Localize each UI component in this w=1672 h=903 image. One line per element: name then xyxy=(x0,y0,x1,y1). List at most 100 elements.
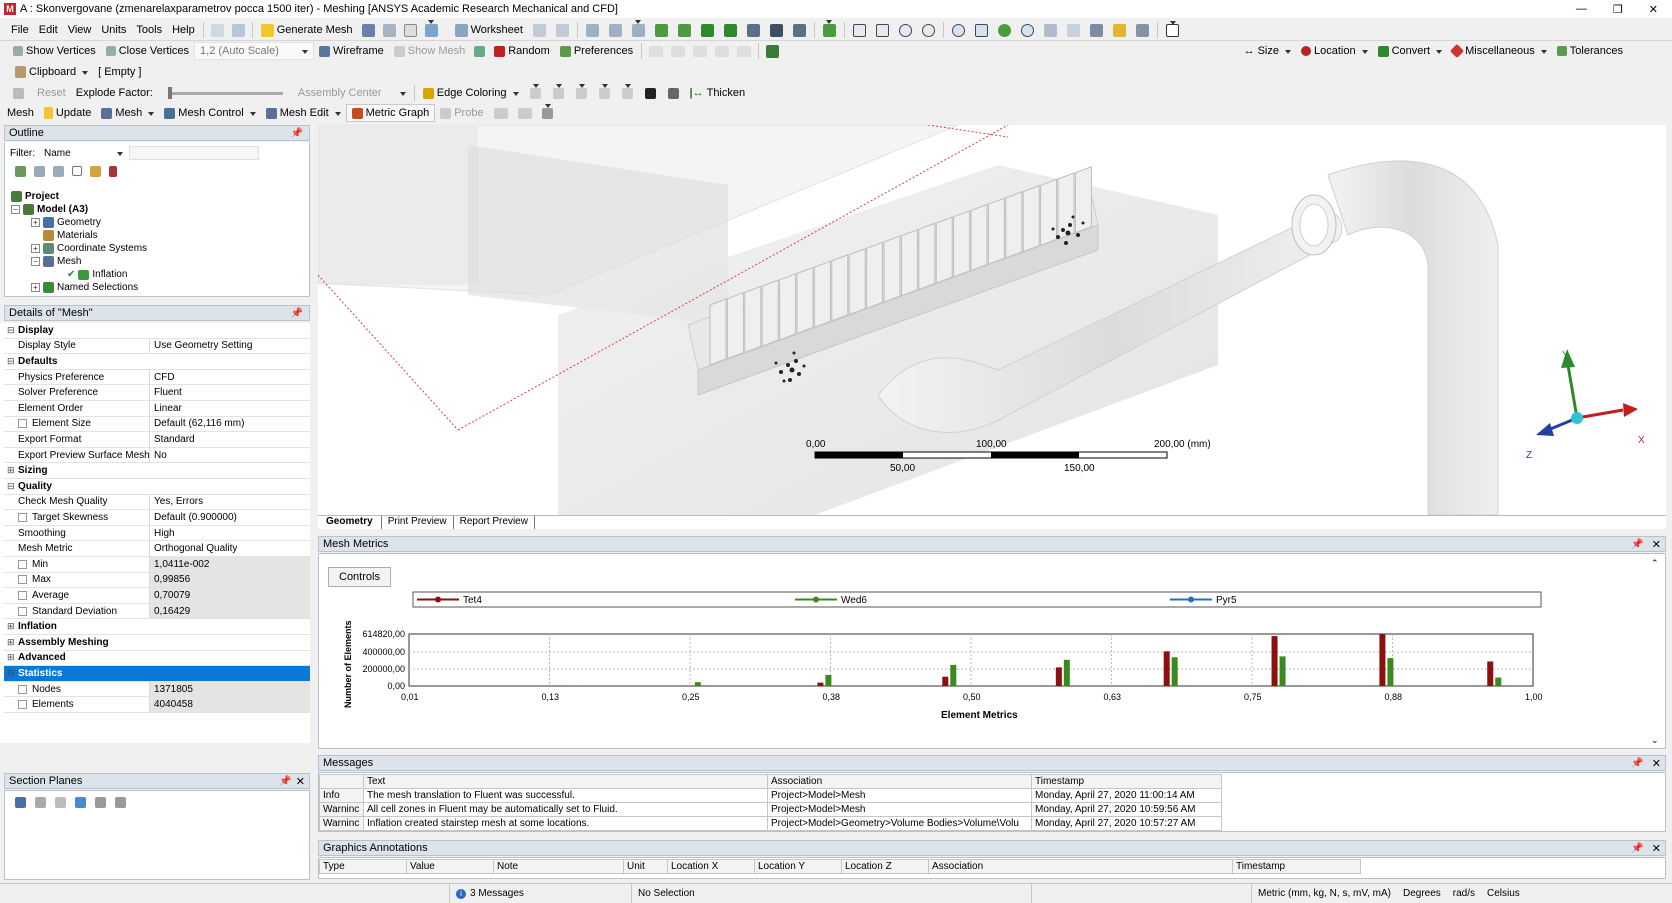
box-outline-icon[interactable] xyxy=(746,23,760,37)
details-row-average[interactable]: Average 0,70079 xyxy=(4,588,310,604)
collapse-icon[interactable] xyxy=(34,166,45,177)
details-section-statistics[interactable]: ⊟ Statistics xyxy=(4,666,310,682)
annotations-col-unit[interactable]: Unit xyxy=(623,859,668,874)
details-section-sizing[interactable]: ⊞ Sizing xyxy=(4,463,310,479)
tree-inflation[interactable]: ✔ Inflation xyxy=(67,268,127,281)
select-icon[interactable] xyxy=(210,23,224,37)
worksheet-button[interactable]: Worksheet xyxy=(450,21,528,39)
random-button[interactable]: Random xyxy=(489,42,555,60)
zoom-out-icon[interactable] xyxy=(1020,23,1034,37)
mesh-menu[interactable]: Mesh xyxy=(96,104,159,122)
annotations-col-association[interactable]: Association xyxy=(928,859,1233,874)
section-toggle-icon[interactable]: ⊞ xyxy=(7,465,15,476)
folder-icon[interactable] xyxy=(90,166,101,177)
tree-expand-all-icon[interactable] xyxy=(72,166,82,176)
pin-icon[interactable]: 📌 xyxy=(291,128,303,139)
report-icon[interactable] xyxy=(382,23,396,37)
details-row-check-mesh-quality[interactable]: Check Mesh Quality Yes, Errors xyxy=(4,494,310,511)
details-pin-icon[interactable]: 📌 xyxy=(291,308,303,319)
tree-toggle-mesh[interactable]: − xyxy=(31,257,40,266)
tree-named-selections[interactable]: + Named Selections xyxy=(31,281,138,294)
explode-slider[interactable] xyxy=(167,86,283,99)
annotations-close-icon[interactable]: ✕ xyxy=(1652,842,1661,855)
details-section-inflation[interactable]: ⊞ Inflation xyxy=(4,619,310,635)
mesh-icon[interactable] xyxy=(361,23,375,37)
edge-style-4-icon[interactable] xyxy=(598,87,610,99)
messages-close-icon[interactable]: ✕ xyxy=(1652,757,1661,770)
details-section-display[interactable]: ⊟ Display xyxy=(4,323,310,339)
details-value[interactable]: 1,0411e-002 xyxy=(150,557,310,572)
menu-edit[interactable]: Edit xyxy=(34,21,63,39)
show-vertices-button[interactable]: Show Vertices xyxy=(8,42,101,60)
message-row[interactable]: Warninc Inflation created stairstep mesh … xyxy=(319,816,1222,831)
section-pin-icon[interactable]: 📌 xyxy=(279,776,291,787)
details-row-physics-preference[interactable]: Physics Preference CFD xyxy=(4,369,310,386)
details-row-target-skewness[interactable]: Target Skewness Default (0.900000) xyxy=(4,510,310,526)
menu-units[interactable]: Units xyxy=(96,21,131,39)
details-value[interactable]: High xyxy=(150,528,175,539)
triad-2-icon[interactable] xyxy=(671,45,686,57)
annotations-col-loc-x[interactable]: Location X xyxy=(667,859,755,874)
copy-section-icon[interactable] xyxy=(35,797,46,808)
details-value[interactable]: Default (62,116 mm) xyxy=(150,418,244,429)
screenshot-icon[interactable] xyxy=(1112,23,1126,37)
annotations-col-timestamp[interactable]: Timestamp xyxy=(1232,859,1361,874)
scroll-down-icon[interactable]: ⌄ xyxy=(1651,735,1659,746)
select-mode-icon[interactable] xyxy=(631,23,645,37)
tree-project[interactable]: Project xyxy=(11,190,59,203)
chart-scrollbar[interactable]: ⌃ ⌄ xyxy=(1651,558,1663,746)
section-hide-icon[interactable] xyxy=(115,797,126,808)
details-value[interactable]: Default (0.900000) xyxy=(150,512,237,523)
message-row[interactable]: Warninc All cell zones in Fluent may be a… xyxy=(319,802,1222,817)
tree-toggle-model[interactable]: − xyxy=(11,205,20,214)
triad-1-icon[interactable] xyxy=(649,45,664,57)
select-edge-icon[interactable] xyxy=(608,23,622,37)
filter-select[interactable]: Name xyxy=(41,146,123,160)
details-value[interactable]: 1371805 xyxy=(150,681,310,697)
probe-button[interactable]: Probe xyxy=(435,104,488,122)
details-row-nodes[interactable]: Nodes 1371805 xyxy=(4,681,310,698)
split-icon[interactable] xyxy=(667,87,679,99)
tolerances-button[interactable]: Tolerances xyxy=(1552,42,1628,60)
details-row-export-format[interactable]: Export Format Standard xyxy=(4,432,310,448)
details-value[interactable]: 4040458 xyxy=(150,697,310,712)
param-checkbox[interactable] xyxy=(18,606,27,616)
maximize-button[interactable]: ❐ xyxy=(1613,3,1623,16)
triad-3-icon[interactable] xyxy=(693,45,708,57)
tree-materials[interactable]: Materials xyxy=(43,229,98,242)
annotations-col-note[interactable]: Note xyxy=(493,859,624,874)
section-cap-icon[interactable] xyxy=(95,797,106,808)
tag-icon[interactable] xyxy=(555,23,569,37)
annotations-col-loc-z[interactable]: Location Z xyxy=(841,859,929,874)
cursor-icon[interactable] xyxy=(532,23,546,37)
param-checkbox[interactable] xyxy=(18,575,27,585)
tab-print-preview[interactable]: Print Preview xyxy=(382,516,454,529)
metric-graph-button[interactable]: Metric Graph xyxy=(345,104,436,122)
rotate-icon[interactable] xyxy=(852,23,866,37)
tree-toggle-geometry[interactable]: + xyxy=(31,218,40,227)
details-value[interactable]: No xyxy=(150,450,167,461)
tab-geometry[interactable]: Geometry xyxy=(318,516,382,529)
details-row-display-style[interactable]: Display Style Use Geometry Setting xyxy=(4,338,310,355)
scale-select[interactable]: 1,2 (Auto Scale) xyxy=(194,42,315,60)
section-toggle-icon[interactable]: ⊟ xyxy=(7,356,15,367)
menu-tools[interactable]: Tools xyxy=(131,21,167,39)
status-angle[interactable]: Degrees xyxy=(1397,888,1447,899)
edge-style-5-icon[interactable] xyxy=(621,87,633,99)
param-checkbox[interactable] xyxy=(18,700,27,710)
messages-col-timestamp[interactable]: Timestamp xyxy=(1031,774,1222,789)
select-body-icon[interactable] xyxy=(654,23,668,37)
status-rotation[interactable]: rad/s xyxy=(1447,888,1481,899)
location-menu[interactable]: Location xyxy=(1296,42,1373,60)
triad-5-icon[interactable] xyxy=(737,45,752,57)
details-row-element-size[interactable]: Element Size Default (62,116 mm) xyxy=(4,416,310,433)
pen-icon[interactable] xyxy=(644,87,656,99)
triad-4-icon[interactable] xyxy=(715,45,730,57)
iso-icon[interactable] xyxy=(1043,23,1057,37)
edge-style-1-icon[interactable] xyxy=(529,87,541,99)
wireframe-button[interactable]: Wireframe xyxy=(314,42,389,60)
tree-mesh[interactable]: − Mesh xyxy=(31,255,81,268)
status-messages[interactable]: i 3 Messages xyxy=(450,884,632,903)
previous-view-icon[interactable] xyxy=(1066,23,1080,37)
status-units[interactable]: Metric (mm, kg, N, s, mV, mA) xyxy=(1252,888,1397,899)
